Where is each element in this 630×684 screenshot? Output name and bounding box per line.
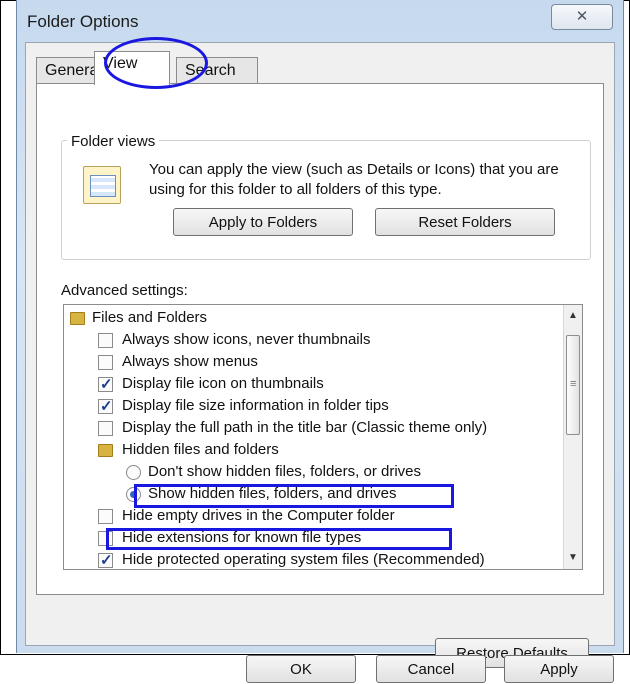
close-button[interactable]: ✕: [551, 4, 613, 30]
list-item-label: Hide empty drives in the Computer folder: [122, 507, 395, 524]
folder-views-description: You can apply the view (such as Details …: [149, 161, 559, 198]
list-item-label: Display the full path in the title bar (…: [122, 419, 488, 436]
folder-views-group-label: Folder views: [67, 133, 160, 150]
list-item-label: Always show menus: [122, 353, 258, 370]
scroll-down-arrow-icon[interactable]: ▼: [564, 549, 582, 567]
hide-extensions-annotation-box: [106, 528, 452, 550]
checkbox-unchecked[interactable]: [98, 509, 113, 524]
scrollbar-thumb[interactable]: ≡: [566, 335, 580, 435]
checkbox-unchecked[interactable]: [98, 355, 113, 370]
advanced-settings-label: Advanced settings:: [61, 282, 188, 299]
folder-views-group: [61, 140, 591, 260]
list-item-label: Hide protected operating system files (R…: [122, 551, 485, 568]
scroll-up-arrow-icon[interactable]: ▲: [564, 307, 582, 325]
checkbox-checked[interactable]: [98, 550, 113, 569]
folder-icon: [98, 444, 113, 457]
list-item-label: Hidden files and folders: [122, 441, 279, 458]
view-tab-panel: Folder views You can apply the view (suc…: [36, 83, 604, 668]
list-item-label: Files and Folders: [92, 309, 208, 326]
checkbox-checked[interactable]: [98, 374, 113, 396]
grip-icon: ≡: [570, 378, 577, 390]
list-item-label: Don't show hidden files, folders, or dri…: [148, 463, 421, 480]
apply-to-folders-button[interactable]: Apply to Folders: [173, 208, 353, 236]
tab-general[interactable]: General: [36, 57, 102, 83]
list-item-label: Display file size information in folder …: [122, 397, 389, 414]
checkbox-unchecked[interactable]: [98, 333, 113, 348]
list-item-label: Always show icons, never thumbnails: [122, 331, 371, 348]
view-tab-annotation-ellipse: [104, 37, 208, 89]
folder-icon: [70, 312, 85, 325]
reset-folders-button[interactable]: Reset Folders: [375, 208, 555, 236]
checkbox-unchecked[interactable]: [98, 421, 113, 436]
list-scrollbar[interactable]: ▲ ≡ ▼: [563, 305, 582, 569]
show-hidden-annotation-box: [134, 484, 454, 508]
apply-button[interactable]: Apply: [504, 655, 614, 683]
ok-button[interactable]: OK: [246, 655, 356, 683]
checkbox-checked[interactable]: [98, 396, 113, 418]
folder-views-icon: [83, 166, 121, 204]
window-title: Folder Options: [27, 12, 139, 31]
folder-options-window: Folder Options ✕ General View Search Fol…: [16, 0, 624, 683]
list-item-label: Display file icon on thumbnails: [122, 375, 324, 392]
close-icon: ✕: [575, 8, 589, 25]
dialog-content: General View Search Folder views You can…: [25, 37, 615, 683]
radio-unselected[interactable]: [126, 465, 141, 480]
cancel-button[interactable]: Cancel: [376, 655, 486, 683]
